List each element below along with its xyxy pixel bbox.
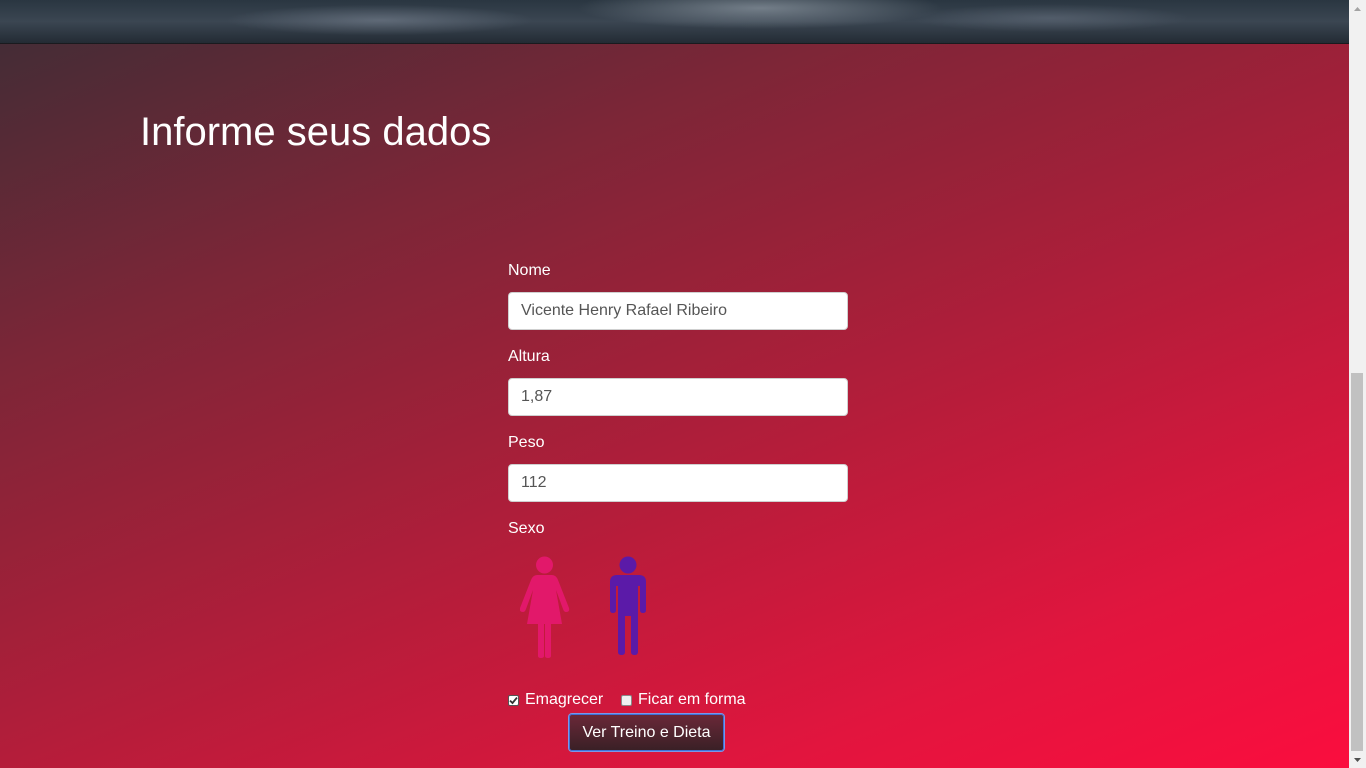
scroll-down-icon[interactable] <box>1349 751 1366 768</box>
name-label: Nome <box>508 262 551 279</box>
height-input[interactable] <box>508 378 848 416</box>
scrollbar-thumb[interactable] <box>1351 373 1363 751</box>
goal-emagrecer-label: Emagrecer <box>525 691 604 708</box>
female-option[interactable] <box>519 556 570 663</box>
sex-label: Sexo <box>508 520 545 537</box>
submit-button[interactable]: Ver Treino e Dieta <box>569 714 724 751</box>
checkbox-checked-icon[interactable] <box>508 694 519 706</box>
weight-label: Peso <box>508 434 545 451</box>
name-input[interactable] <box>508 292 848 330</box>
hero-image <box>0 0 1349 44</box>
page-title: Informe seus dados <box>140 110 492 154</box>
checkbox-unchecked-icon[interactable] <box>621 694 632 706</box>
male-icon <box>610 556 646 655</box>
goal-emagrecer-checkbox[interactable]: Emagrecer <box>508 689 603 711</box>
vertical-scrollbar[interactable] <box>1349 0 1366 768</box>
weight-input[interactable] <box>508 464 848 502</box>
male-option[interactable] <box>609 556 647 661</box>
goal-ficar-em-forma-checkbox[interactable]: Ficar em forma <box>621 689 746 711</box>
female-icon <box>519 556 570 658</box>
page-background: Informe seus dados Nome Altura Peso Sexo <box>0 0 1349 768</box>
scroll-up-icon[interactable] <box>1349 0 1366 17</box>
goal-ficar-em-forma-label: Ficar em forma <box>638 691 746 708</box>
height-label: Altura <box>508 348 550 365</box>
